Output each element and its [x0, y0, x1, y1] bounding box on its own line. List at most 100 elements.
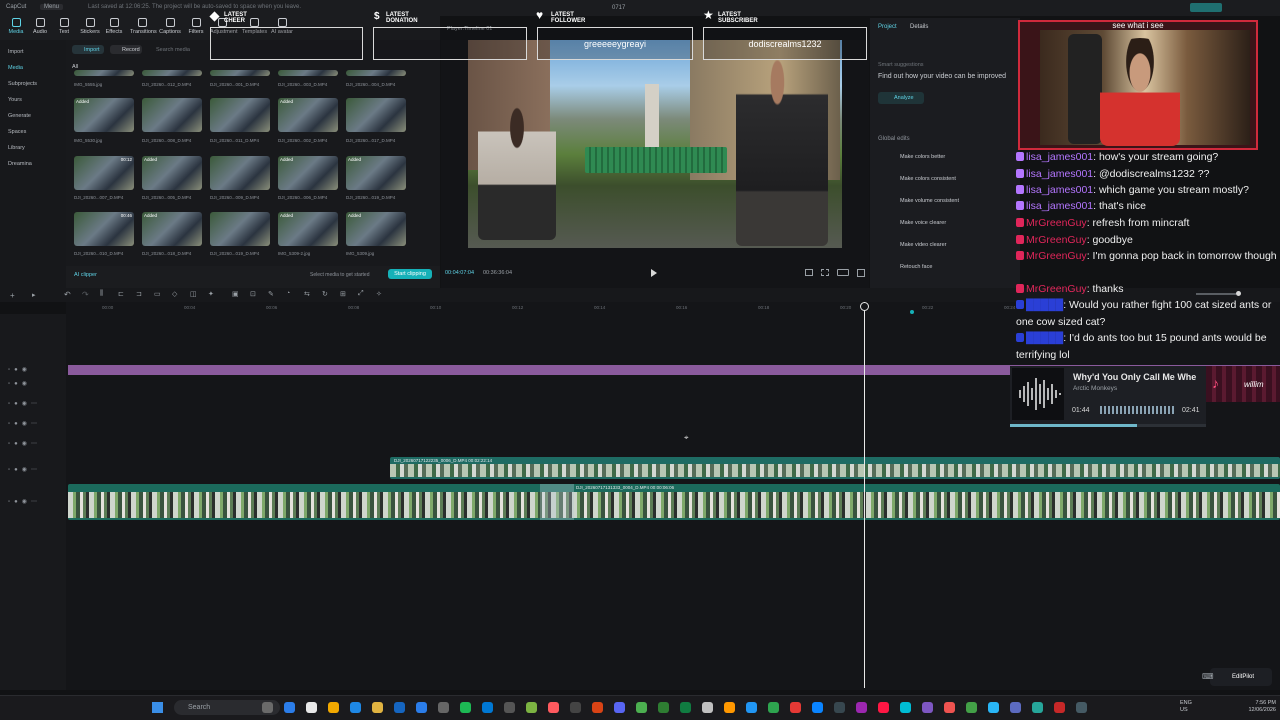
taskbar-app-icon[interactable] [592, 702, 603, 713]
edit-make-video-clearer[interactable]: Make video clearer [900, 242, 946, 248]
timeline-clip-upper[interactable]: DJI_20260717122235_0006_D.MP4 00:02:22:1… [390, 457, 1280, 479]
start-clipping-button[interactable]: Start clipping [388, 269, 432, 279]
taskbar-app-icon[interactable] [790, 702, 801, 713]
tab-details[interactable]: Details [910, 24, 928, 30]
analyze-button[interactable]: Analyze [878, 92, 924, 104]
media-thumbnail[interactable]: Added [278, 212, 338, 246]
taskbar-app-icon[interactable] [350, 702, 361, 713]
taskbar-app-icon[interactable] [658, 702, 669, 713]
taskbar-app-icon[interactable] [372, 702, 383, 713]
taskbar-app-icon[interactable] [922, 702, 933, 713]
taskbar-app-icon[interactable] [878, 702, 889, 713]
taskbar-app-icon[interactable] [680, 702, 691, 713]
taskbar-app-icon[interactable] [284, 702, 295, 713]
tab-project[interactable]: Project [878, 24, 897, 30]
track-controls-5[interactable]: ▫●◉⋯ [8, 440, 41, 447]
taskbar-app-icon[interactable] [1076, 702, 1087, 713]
taskbar-app-icon[interactable] [438, 702, 449, 713]
track-controls-2[interactable]: ▫●◉ [8, 380, 31, 387]
ai-tool-icon[interactable]: ✧ [376, 290, 382, 298]
feedback-icon[interactable]: ⌨ [1202, 672, 1214, 681]
timeline-clip-main[interactable]: DJI_20260717131333_0004_D.MP4 00:00:06:0… [68, 484, 1280, 520]
track-controls-4[interactable]: ▫●◉⋯ [8, 420, 41, 427]
media-thumbnail[interactable]: 00:12 [74, 156, 134, 190]
timeline-marker[interactable] [910, 310, 914, 314]
taskbar-app-icon[interactable] [614, 702, 625, 713]
media-thumbnail[interactable]: 00:46 [74, 212, 134, 246]
taskbar-app-icon[interactable] [900, 702, 911, 713]
taskbar-app-icon[interactable] [812, 702, 823, 713]
add-icon[interactable]: + [10, 291, 15, 300]
taskbar-app-icon[interactable] [548, 702, 559, 713]
taskbar-app-icon[interactable] [1010, 702, 1021, 713]
taskbar-app-icon[interactable] [416, 702, 427, 713]
nav-item-spaces[interactable]: Spaces [8, 129, 26, 135]
rotate-icon[interactable]: ↻ [322, 290, 328, 298]
undo-icon[interactable]: ↶ [64, 290, 71, 299]
playhead-handle[interactable] [860, 302, 869, 311]
media-thumbnail[interactable] [210, 70, 270, 76]
taskbar-app-icon[interactable] [504, 702, 515, 713]
edit-make-volume-consistent[interactable]: Make volume consistent [900, 198, 959, 204]
nav-item-import[interactable]: Import [8, 49, 24, 55]
resize-icon[interactable]: ⤢ [358, 290, 364, 298]
taskbar-app-icon[interactable] [944, 702, 955, 713]
taskbar-app-icon[interactable] [1032, 702, 1043, 713]
redo-icon[interactable]: ↷ [82, 290, 89, 299]
edit-make-colors-consistent[interactable]: Make colors consistent [900, 176, 956, 182]
taskbar-app-icon[interactable] [526, 702, 537, 713]
nav-item-yours[interactable]: Yours [8, 97, 22, 103]
nav-item-generate[interactable]: Generate [8, 113, 31, 119]
split-left-icon[interactable]: ⊏ [118, 290, 124, 298]
freeze-icon[interactable]: ▣ [232, 290, 239, 298]
taskbar-app-icon[interactable] [834, 702, 845, 713]
taskbar-app-icon[interactable] [988, 702, 999, 713]
mirror-icon[interactable]: ◫ [190, 290, 197, 298]
track-controls-7[interactable]: ▫●◉⋯ [8, 498, 41, 505]
fullscreen-icon[interactable] [857, 269, 865, 277]
taskbar-app-icon[interactable] [482, 702, 493, 713]
toolbar-item-media[interactable]: Media [4, 18, 28, 35]
edit-retouch-face[interactable]: Retouch face [900, 264, 932, 270]
taskbar-app-icon[interactable] [306, 702, 317, 713]
editpilot-button[interactable]: ⌨ EditPilot [1202, 668, 1272, 686]
edit-make-voice-clearer[interactable]: Make voice clearer [900, 220, 946, 226]
taskbar-app-icon[interactable] [966, 702, 977, 713]
media-thumbnail[interactable] [278, 70, 338, 76]
reverse-icon[interactable]: ⇆ [304, 290, 310, 298]
track-controls-3[interactable]: ▫●◉⋯ [8, 400, 41, 407]
speed-icon[interactable]: ◔ [286, 290, 290, 297]
start-icon[interactable] [152, 702, 163, 713]
media-thumbnail[interactable] [346, 98, 406, 132]
toolbar-item-filters[interactable]: Filters [184, 18, 208, 35]
record-button[interactable]: Record [110, 45, 142, 54]
media-thumbnail[interactable]: Added [142, 156, 202, 190]
edit-make-colors-better[interactable]: Make colors better [900, 154, 945, 160]
media-thumbnail[interactable] [74, 70, 134, 76]
select-tool-icon[interactable]: ▸ [32, 291, 36, 299]
nav-item-subprojects[interactable]: Subprojects [8, 81, 37, 87]
taskbar-app-icon[interactable] [724, 702, 735, 713]
nav-item-media[interactable]: Media [8, 65, 23, 71]
nav-item-library[interactable]: Library [8, 145, 25, 151]
ratio-icon[interactable] [805, 269, 813, 276]
media-thumbnail[interactable]: Added [346, 212, 406, 246]
taskbar-app-icon[interactable] [328, 702, 339, 713]
media-thumbnail[interactable]: Added [278, 156, 338, 190]
taskbar-app-icon[interactable] [768, 702, 779, 713]
media-thumbnail[interactable]: Added [278, 98, 338, 132]
toolbar-item-effects[interactable]: Effects [102, 18, 126, 35]
selected-clip-highlight[interactable] [540, 484, 574, 520]
taskbar-app-icon[interactable] [460, 702, 471, 713]
track-controls-6[interactable]: ▫●◉⋯ [8, 466, 41, 473]
taskbar-app-icon[interactable] [394, 702, 405, 713]
crop-icon[interactable] [821, 269, 829, 276]
media-thumbnail[interactable] [346, 70, 406, 76]
media-thumbnail[interactable] [142, 70, 202, 76]
delete-icon[interactable]: ▭ [154, 290, 161, 298]
media-thumbnail[interactable]: Added [142, 212, 202, 246]
quality-icon[interactable] [837, 269, 849, 276]
pen-icon[interactable]: ✎ [268, 290, 274, 298]
fit-icon[interactable]: ⊞ [340, 290, 346, 298]
menu-button[interactable]: Menu [40, 4, 64, 10]
